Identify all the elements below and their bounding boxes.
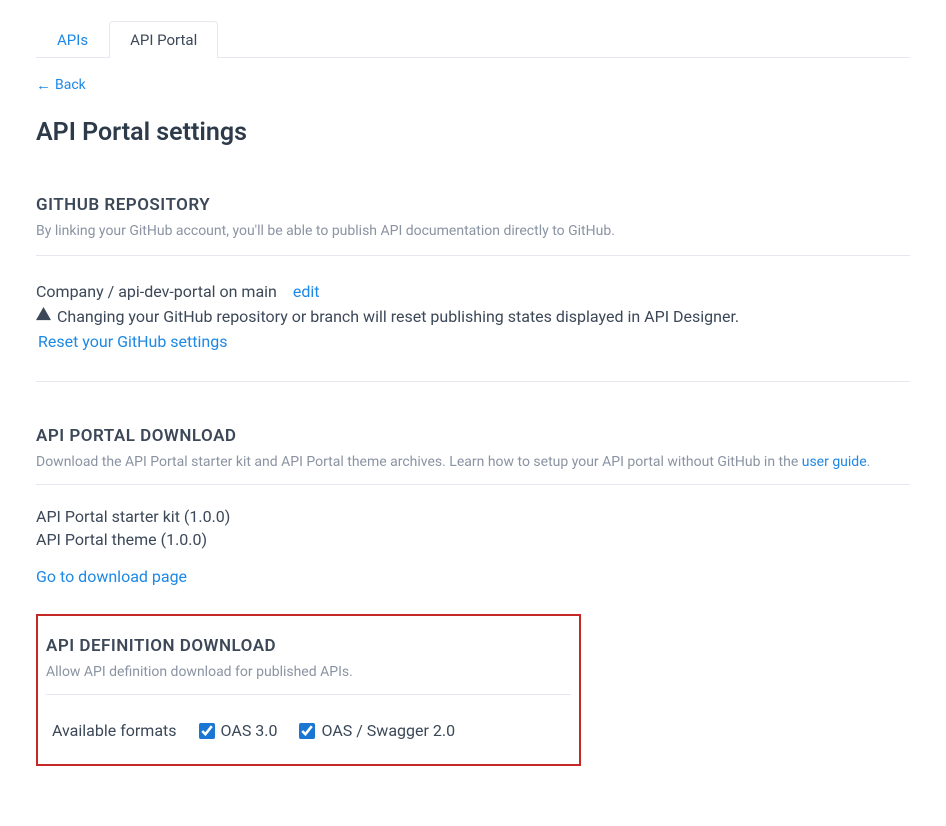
- tab-api-portal[interactable]: API Portal: [109, 21, 218, 58]
- download-description: Download the API Portal starter kit and …: [36, 454, 910, 485]
- tab-apis[interactable]: APIs: [36, 21, 109, 58]
- format-option-oas3[interactable]: OAS 3.0: [199, 721, 278, 740]
- checkbox-oas3[interactable]: [199, 723, 215, 739]
- download-desc-suffix: .: [867, 454, 871, 470]
- download-page-link[interactable]: Go to download page: [36, 567, 187, 586]
- github-header: GITHUB REPOSITORY: [36, 195, 910, 215]
- format-option-oas2[interactable]: OAS / Swagger 2.0: [299, 721, 455, 740]
- warning-icon: [36, 307, 51, 326]
- warning-line: Changing your GitHub repository or branc…: [36, 307, 910, 326]
- back-link[interactable]: ← Back: [36, 76, 86, 94]
- checkbox-oas2[interactable]: [299, 723, 315, 739]
- divider: [36, 381, 910, 382]
- formats-row: Available formats OAS 3.0 OAS / Swagger …: [46, 721, 571, 740]
- github-section: GITHUB REPOSITORY By linking your GitHub…: [36, 195, 910, 382]
- download-desc-prefix: Download the API Portal starter kit and …: [36, 454, 802, 470]
- repo-line: Company / api-dev-portal on main edit: [36, 282, 910, 301]
- back-label: Back: [55, 77, 86, 93]
- format-label-oas3: OAS 3.0: [221, 721, 278, 740]
- formats-label: Available formats: [52, 721, 177, 740]
- repo-text: Company / api-dev-portal on main: [36, 282, 277, 301]
- list-item: API Portal starter kit (1.0.0): [36, 507, 910, 526]
- github-description: By linking your GitHub account, you'll b…: [36, 223, 910, 256]
- warning-text: Changing your GitHub repository or branc…: [57, 307, 739, 326]
- list-item: API Portal theme (1.0.0): [36, 530, 910, 549]
- download-section: API PORTAL DOWNLOAD Download the API Por…: [36, 426, 910, 586]
- edit-link[interactable]: edit: [293, 282, 320, 301]
- tabs-bar: APIs API Portal: [36, 0, 910, 58]
- definition-header: API DEFINITION DOWNLOAD: [46, 636, 571, 656]
- definition-description: Allow API definition download for publis…: [46, 664, 571, 695]
- arrow-left-icon: ←: [36, 76, 51, 94]
- definition-section: API DEFINITION DOWNLOAD Allow API defini…: [36, 614, 581, 766]
- page-title: API Portal settings: [36, 118, 910, 147]
- user-guide-link[interactable]: user guide: [802, 454, 867, 470]
- download-header: API PORTAL DOWNLOAD: [36, 426, 910, 446]
- download-list: API Portal starter kit (1.0.0) API Porta…: [36, 507, 910, 549]
- reset-github-link[interactable]: Reset your GitHub settings: [38, 332, 227, 351]
- format-label-oas2: OAS / Swagger 2.0: [321, 721, 455, 740]
